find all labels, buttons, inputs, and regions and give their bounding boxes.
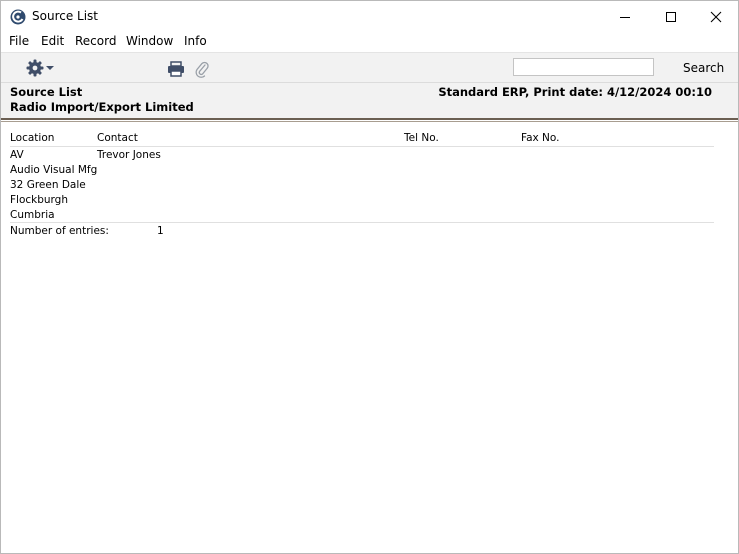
menu-info[interactable]: Info	[184, 34, 207, 48]
toolbar: Search	[1, 52, 738, 83]
app-logo-icon	[10, 9, 26, 25]
column-header-tel: Tel No.	[404, 132, 439, 144]
report-header: Source List Radio Import/Export Limited …	[1, 83, 738, 119]
chevron-down-icon[interactable]	[46, 66, 54, 70]
window-title: Source List	[32, 9, 99, 23]
menu-edit[interactable]: Edit	[41, 34, 64, 48]
menu-record[interactable]: Record	[75, 34, 116, 48]
header-divider	[1, 118, 738, 120]
minimize-button[interactable]	[602, 1, 648, 32]
entry-contact: Trevor Jones	[97, 149, 161, 161]
entry-divider	[10, 222, 714, 223]
entry-location[interactable]: AV	[10, 149, 24, 161]
column-header-contact: Contact	[97, 132, 138, 144]
entry-address-line: Flockburgh	[10, 194, 69, 206]
minimize-icon	[620, 16, 630, 18]
column-header-location: Location	[10, 132, 55, 144]
window: Source List File Edit Record Window Info	[0, 0, 739, 554]
entry-address-line: Audio Visual Mfg	[10, 164, 98, 176]
entry-address-line: Cumbria	[10, 209, 55, 221]
printer-icon[interactable]	[167, 61, 185, 77]
paperclip-icon[interactable]	[194, 60, 210, 78]
header-divider-thin	[1, 121, 738, 122]
gear-icon[interactable]	[26, 59, 44, 77]
menu-window[interactable]: Window	[126, 34, 173, 48]
report-title: Source List	[10, 85, 83, 99]
column-header-divider	[10, 146, 714, 147]
print-date: Standard ERP, Print date: 4/12/2024 00:1…	[438, 85, 712, 99]
close-icon	[710, 11, 722, 22]
entry-count-value: 1	[157, 225, 164, 237]
close-button[interactable]	[693, 1, 739, 32]
search-input[interactable]	[513, 58, 654, 76]
company-name: Radio Import/Export Limited	[10, 100, 194, 114]
entry-count-label: Number of entries:	[10, 225, 109, 237]
title-bar: Source List	[1, 1, 738, 32]
entry-address-line: 32 Green Dale	[10, 179, 86, 191]
column-header-fax: Fax No.	[521, 132, 560, 144]
menu-bar: File Edit Record Window Info	[1, 32, 738, 52]
search-button[interactable]: Search	[683, 61, 724, 75]
maximize-button[interactable]	[648, 1, 694, 32]
menu-file[interactable]: File	[9, 34, 29, 48]
maximize-icon	[666, 11, 676, 22]
